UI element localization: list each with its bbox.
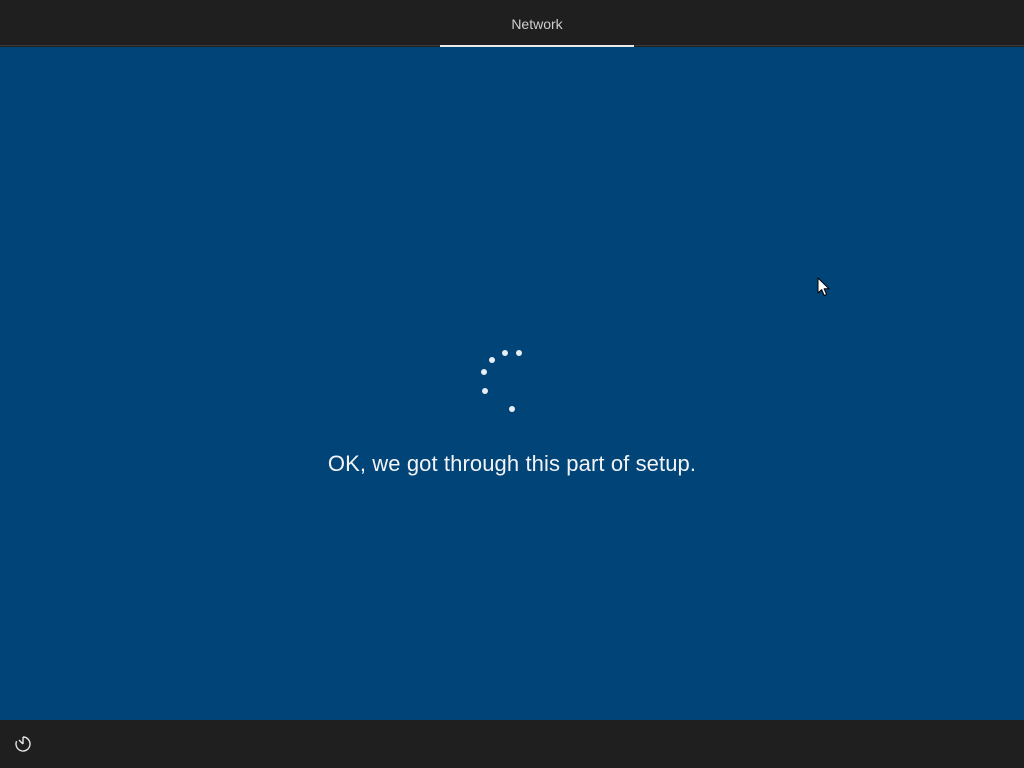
spinner-dot bbox=[489, 357, 495, 363]
loading-spinner bbox=[478, 345, 530, 417]
tab-network: Network bbox=[440, 0, 634, 47]
spinner-dot bbox=[481, 369, 487, 375]
setup-progress-bar: Network bbox=[0, 0, 1024, 47]
spinner-dot bbox=[482, 388, 488, 394]
spinner-dot bbox=[516, 350, 522, 356]
spinner-dot bbox=[509, 406, 515, 412]
ease-of-access-icon bbox=[15, 736, 31, 752]
bottom-bar bbox=[0, 720, 1024, 768]
status-message: OK, we got through this part of setup. bbox=[327, 451, 697, 476]
main-panel: OK, we got through this part of setup. bbox=[0, 47, 1024, 720]
spinner-dot bbox=[502, 350, 508, 356]
setup-screen: Network OK, we got through this part of … bbox=[0, 0, 1024, 768]
ease-of-access-button[interactable] bbox=[12, 733, 34, 755]
